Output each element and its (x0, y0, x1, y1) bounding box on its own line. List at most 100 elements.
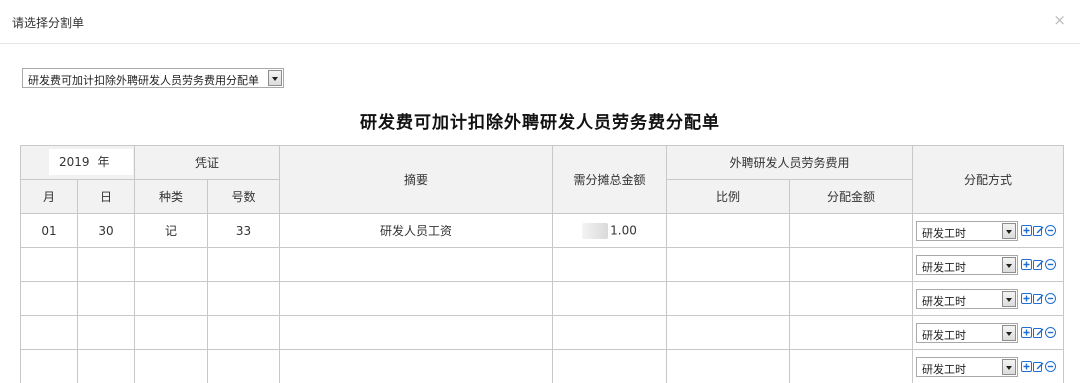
number-cell[interactable]: 33 (206, 213, 281, 248)
day-cell[interactable] (77, 281, 135, 316)
remove-row-icon[interactable] (1045, 293, 1057, 304)
number-cell[interactable] (206, 349, 281, 383)
chevron-down-icon[interactable] (1002, 324, 1017, 341)
form-type-select[interactable]: 研发费可加计扣除外聘研发人员劳务费用分配单 (22, 68, 284, 88)
alloc-method-cell: 研发工时 (912, 213, 1065, 248)
summary-header: 摘要 (279, 145, 554, 214)
day-header: 日 (77, 179, 135, 214)
alloc-method-select[interactable]: 研发工时 (916, 254, 1019, 275)
close-icon[interactable]: × (1053, 11, 1066, 29)
summary-cell[interactable] (279, 315, 554, 350)
allocation-table: 2019 年 凭证 摘要 需分摊总金额 外聘研发人员劳务费用 分配方式 月 日 种… (20, 145, 1065, 383)
add-row-icon[interactable] (1021, 225, 1033, 236)
total-amount-cell[interactable] (552, 281, 668, 316)
add-row-icon[interactable] (1021, 259, 1033, 270)
ratio-cell[interactable] (666, 247, 791, 282)
type-cell[interactable]: 记 (134, 213, 208, 248)
total-amount-cell[interactable] (552, 315, 668, 350)
chevron-down-icon[interactable] (1002, 256, 1017, 273)
add-row-icon[interactable] (1021, 293, 1033, 304)
year-value: 2019 (59, 155, 90, 169)
day-cell[interactable] (77, 315, 135, 350)
alloc-method-value: 研发工时 (922, 362, 967, 376)
edit-row-icon[interactable] (1033, 361, 1044, 372)
total-amount-cell[interactable] (552, 247, 668, 282)
dialog-title: 请选择分割单 (12, 16, 85, 30)
number-cell[interactable] (206, 315, 281, 350)
day-cell[interactable] (77, 349, 135, 383)
number-header: 号数 (206, 179, 281, 214)
chevron-down-icon[interactable] (1002, 222, 1017, 239)
chevron-down-icon[interactable] (268, 70, 282, 86)
total-amount-cell[interactable] (552, 349, 668, 383)
alloc-amount-cell[interactable] (789, 349, 914, 383)
alloc-method-value: 研发工时 (922, 226, 967, 240)
alloc-amount-cell[interactable] (789, 315, 914, 350)
summary-cell[interactable] (279, 349, 554, 383)
alloc-method-value: 研发工时 (922, 294, 967, 308)
remove-row-icon[interactable] (1045, 259, 1057, 270)
alloc-method-select[interactable]: 研发工时 (916, 322, 1019, 343)
sheet-title: 研发费可加计扣除外聘研发人员劳务费分配单 (360, 113, 720, 133)
month-cell[interactable] (20, 349, 78, 383)
alloc-amount-cell[interactable] (789, 213, 914, 248)
table-row: 研发工时 (20, 281, 1065, 316)
masked-value (582, 222, 609, 239)
alloc-method-cell: 研发工时 (912, 315, 1065, 350)
ratio-cell[interactable] (666, 213, 791, 248)
remove-row-icon[interactable] (1045, 327, 1057, 338)
ratio-cell[interactable] (666, 349, 791, 383)
ratio-header: 比例 (666, 179, 791, 214)
table-row: 研发工时 (20, 315, 1065, 350)
month-cell[interactable] (20, 281, 78, 316)
edit-row-icon[interactable] (1033, 225, 1044, 236)
alloc-method-select[interactable]: 研发工时 (916, 356, 1019, 377)
remove-row-icon[interactable] (1045, 225, 1057, 236)
remove-row-icon[interactable] (1045, 361, 1057, 372)
alloc-method-select[interactable]: 研发工时 (916, 220, 1019, 241)
edit-row-icon[interactable] (1033, 293, 1044, 304)
day-cell[interactable]: 30 (77, 213, 135, 248)
alloc-method-select[interactable]: 研发工时 (916, 288, 1019, 309)
add-row-icon[interactable] (1021, 361, 1033, 372)
year-field[interactable]: 2019 年 (49, 149, 133, 175)
number-cell[interactable] (206, 281, 281, 316)
month-cell[interactable]: 01 (20, 213, 78, 248)
summary-cell[interactable] (279, 281, 554, 316)
month-cell[interactable] (20, 247, 78, 282)
summary-cell[interactable]: 研发人员工资 (279, 213, 554, 248)
summary-cell[interactable] (279, 247, 554, 282)
add-row-icon[interactable] (1021, 327, 1033, 338)
table-row: 研发工时 (20, 349, 1065, 383)
voucher-header: 凭证 (133, 145, 281, 180)
edit-row-icon[interactable] (1033, 259, 1044, 270)
table-row: 研发工时 (20, 247, 1065, 282)
day-cell[interactable] (77, 247, 135, 282)
type-cell[interactable] (134, 349, 208, 383)
type-cell[interactable] (134, 247, 208, 282)
total-amount-cell[interactable]: 1.00 (552, 213, 668, 248)
year-label: 年 (97, 155, 110, 169)
type-cell[interactable] (134, 281, 208, 316)
type-cell[interactable] (134, 315, 208, 350)
edit-row-icon[interactable] (1033, 327, 1044, 338)
alloc-method-cell: 研发工时 (912, 349, 1065, 383)
total-amount-header: 需分摊总金额 (552, 145, 668, 214)
month-cell[interactable] (20, 315, 78, 350)
number-cell[interactable] (206, 247, 281, 282)
type-header: 种类 (134, 179, 208, 214)
amount-value: 1.00 (610, 223, 637, 237)
alloc-amount-cell[interactable] (789, 247, 914, 282)
alloc-amount-cell[interactable] (789, 281, 914, 316)
external-fee-header: 外聘研发人员劳务费用 (666, 145, 914, 180)
month-header: 月 (20, 179, 78, 214)
chevron-down-icon[interactable] (1002, 358, 1017, 375)
chevron-down-icon[interactable] (1002, 290, 1017, 307)
form-type-select-value: 研发费可加计扣除外聘研发人员劳务费用分配单 (28, 74, 259, 87)
ratio-cell[interactable] (666, 281, 791, 316)
alloc-method-value: 研发工时 (922, 260, 967, 274)
alloc-method-cell: 研发工时 (912, 281, 1065, 316)
alloc-method-cell: 研发工时 (912, 247, 1065, 282)
year-header: 2019 年 (20, 145, 135, 180)
ratio-cell[interactable] (666, 315, 791, 350)
